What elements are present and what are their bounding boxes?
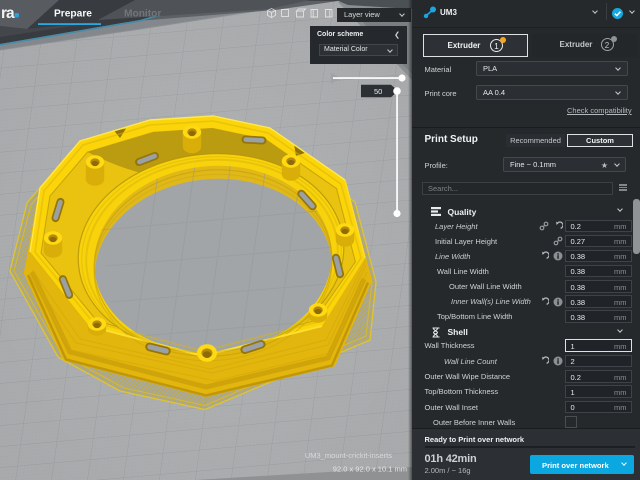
svg-text:Monitor: Monitor (124, 9, 161, 20)
svg-text:UM3_mount-crickit-inserts: UM3_mount-crickit-inserts (305, 451, 392, 460)
svg-text:ra: ra (1, 5, 15, 22)
svg-text:Prepare: Prepare (54, 9, 92, 20)
svg-text:92.0 x 92.0 x 10.1 mm: 92.0 x 92.0 x 10.1 mm (333, 465, 407, 474)
svg-text:50: 50 (374, 87, 382, 96)
